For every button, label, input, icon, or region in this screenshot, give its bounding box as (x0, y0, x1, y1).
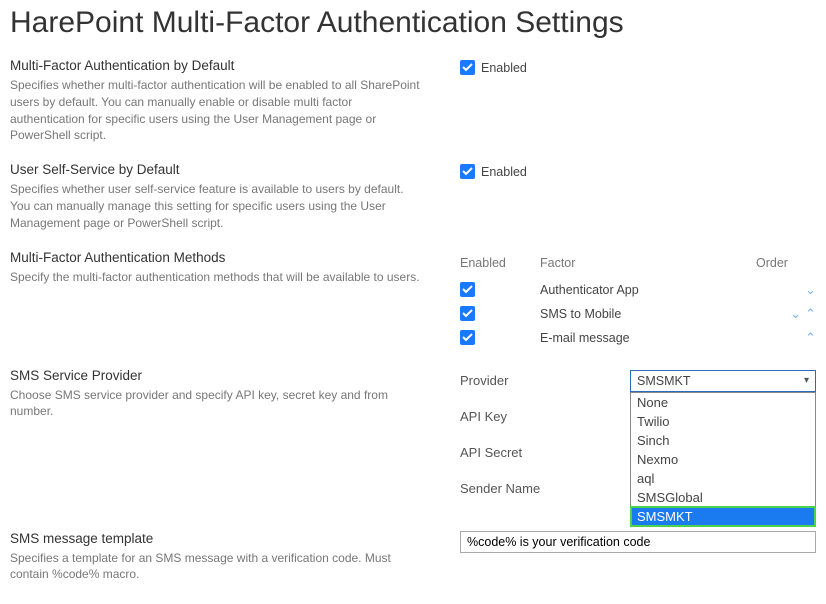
methods-heading: Multi-Factor Authentication Methods (10, 250, 430, 265)
provider-option[interactable]: Nexmo (631, 450, 815, 469)
method-enabled-checkbox[interactable] (460, 306, 475, 321)
provider-option[interactable]: Twilio (631, 412, 815, 431)
methods-desc: Specify the multi-factor authentication … (10, 269, 430, 286)
method-factor-label: Authenticator App (540, 283, 756, 297)
method-factor-label: SMS to Mobile (540, 307, 756, 321)
provider-selected-value: SMSMKT (637, 374, 690, 388)
methods-row: Authenticator App ⌄ (460, 278, 816, 302)
methods-col-enabled: Enabled (460, 256, 540, 270)
method-factor-label: E-mail message (540, 331, 756, 345)
self-service-desc: Specifies whether user self-service feat… (10, 181, 430, 231)
move-down-icon[interactable]: ⌄ (805, 282, 816, 298)
provider-dropdown: NoneTwilioSinchNexmoaqlSMSGlobalSMSMKT (630, 392, 816, 527)
sender-name-label: Sender Name (460, 481, 630, 496)
method-enabled-checkbox[interactable] (460, 282, 475, 297)
setting-self-service: User Self-Service by Default Specifies w… (10, 162, 816, 231)
move-up-icon[interactable]: ⌃ (805, 306, 816, 322)
template-heading: SMS message template (10, 531, 430, 546)
methods-col-order: Order (756, 256, 816, 270)
chevron-down-icon: ▾ (804, 375, 809, 386)
page-title: HarePoint Multi-Factor Authentication Se… (10, 6, 816, 40)
setting-mfa-default: Multi-Factor Authentication by Default S… (10, 58, 816, 144)
method-enabled-checkbox[interactable] (460, 330, 475, 345)
mfa-default-checkbox[interactable] (460, 60, 475, 75)
self-service-checkbox[interactable] (460, 164, 475, 179)
template-input[interactable] (460, 531, 816, 553)
sms-provider-desc: Choose SMS service provider and specify … (10, 387, 430, 421)
mfa-default-checkbox-label: Enabled (481, 61, 527, 75)
mfa-default-heading: Multi-Factor Authentication by Default (10, 58, 430, 73)
provider-select[interactable]: SMSMKT ▾ (630, 370, 816, 392)
template-desc: Specifies a template for an SMS message … (10, 550, 430, 584)
provider-option[interactable]: Sinch (631, 431, 815, 450)
methods-col-factor: Factor (540, 256, 756, 270)
provider-option[interactable]: SMSMKT (631, 507, 815, 526)
api-key-label: API Key (460, 409, 630, 424)
provider-label: Provider (460, 373, 630, 388)
setting-sms-provider: SMS Service Provider Choose SMS service … (10, 368, 816, 529)
api-secret-label: API Secret (460, 445, 630, 460)
move-up-icon[interactable]: ⌃ (805, 330, 816, 346)
methods-row: E-mail message ⌃ (460, 326, 816, 350)
methods-row: SMS to Mobile ⌄⌃ (460, 302, 816, 326)
provider-option[interactable]: None (631, 393, 815, 412)
provider-option[interactable]: SMSGlobal (631, 488, 815, 507)
sms-provider-heading: SMS Service Provider (10, 368, 430, 383)
self-service-heading: User Self-Service by Default (10, 162, 430, 177)
provider-option[interactable]: aql (631, 469, 815, 488)
move-down-icon[interactable]: ⌄ (790, 306, 801, 322)
mfa-default-desc: Specifies whether multi-factor authentic… (10, 77, 430, 144)
self-service-checkbox-label: Enabled (481, 165, 527, 179)
setting-template: SMS message template Specifies a templat… (10, 531, 816, 590)
setting-methods: Multi-Factor Authentication Methods Spec… (10, 250, 816, 350)
